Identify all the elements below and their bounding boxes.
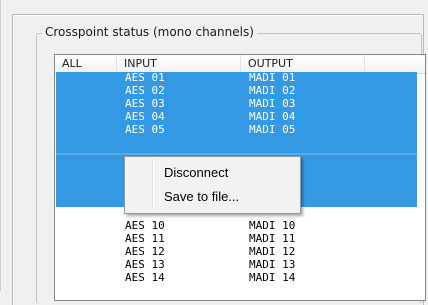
input-cell: AES 14 [125, 271, 165, 284]
input-cell: AES 03 [125, 97, 165, 110]
output-cell: MADI 02 [249, 84, 296, 97]
input-cell: AES 02 [125, 84, 165, 97]
output-cell: MADI 11 [249, 232, 296, 245]
input-cell: AES 01 [125, 71, 165, 84]
output-cell: MADI 10 [249, 219, 296, 232]
input-cell: AES 13 [125, 258, 165, 271]
input-cell: AES 04 [125, 110, 165, 123]
output-cell: MADI 05 [249, 123, 296, 136]
output-cell: MADI 03 [249, 97, 296, 110]
input-cell: AES 12 [125, 245, 165, 258]
output-cell: MADI 01 [249, 71, 296, 84]
output-cell: MADI 04 [249, 110, 296, 123]
input-cell: AES 05 [125, 123, 165, 136]
output-cell: MADI 13 [249, 258, 296, 271]
groupbox-title: Crosspoint status (mono channels) [42, 25, 257, 39]
input-cell: AES 11 [125, 232, 165, 245]
menu-item-disconnect[interactable]: Disconnect [127, 162, 296, 184]
window-edge [0, 0, 1, 291]
output-cell: MADI 14 [249, 271, 296, 284]
column-header-all[interactable]: ALL [55, 55, 117, 73]
input-cell: AES 10 [125, 219, 165, 232]
context-menu: Disconnect Save to file... [124, 156, 301, 214]
output-cell: MADI 12 [249, 245, 296, 258]
selection-row-focus [56, 153, 417, 155]
menu-item-save-to-file[interactable]: Save to file... [127, 186, 296, 208]
column-header-filler [365, 55, 425, 73]
